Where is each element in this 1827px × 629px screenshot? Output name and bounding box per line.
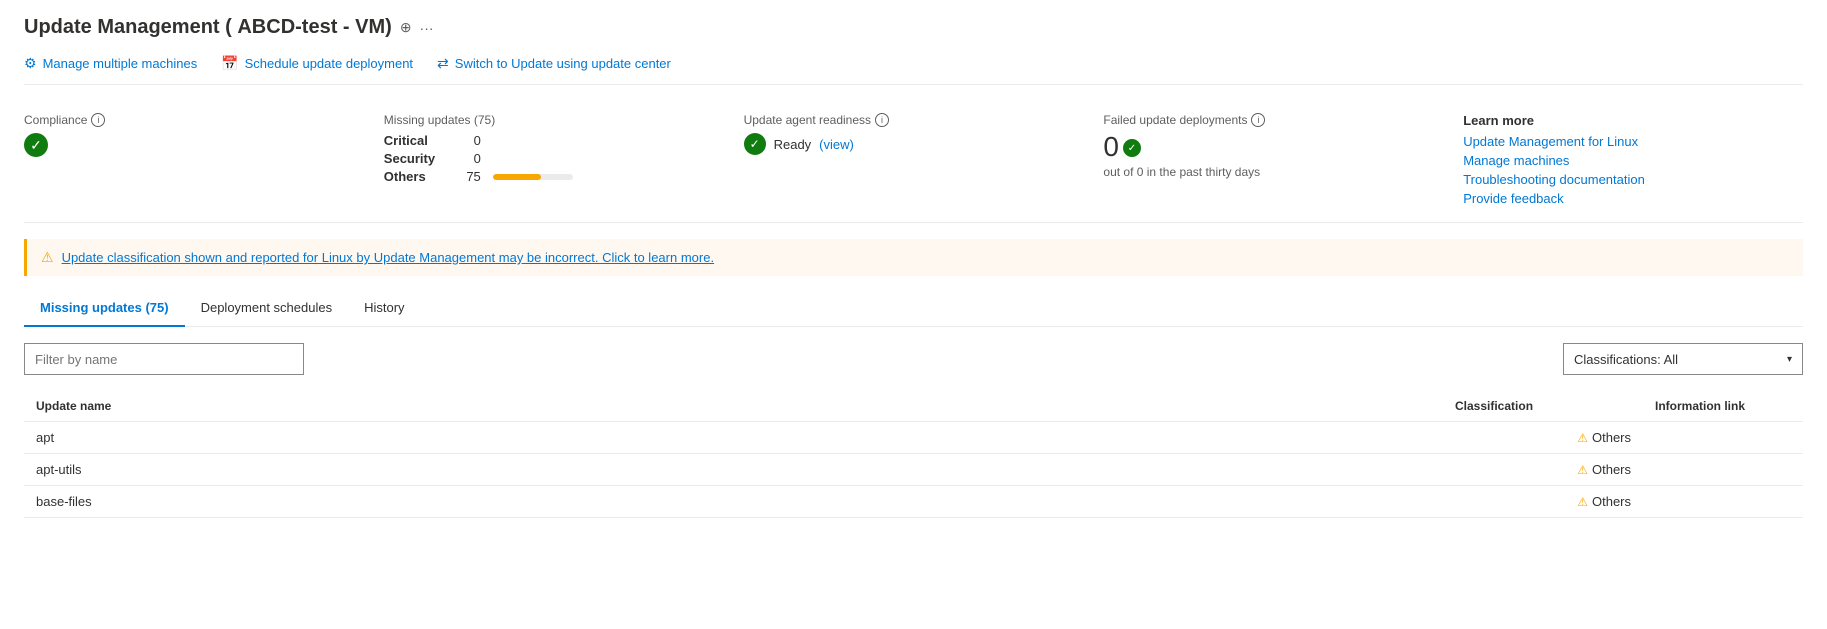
readiness-check-icon: ✓ <box>744 133 766 155</box>
tab-history[interactable]: History <box>348 292 420 327</box>
security-label: Security <box>384 151 449 166</box>
cell-classification-base-files: ⚠ Others <box>1443 486 1643 518</box>
missing-row-security: Security 0 <box>384 151 704 166</box>
failed-number: 0 <box>1103 133 1119 161</box>
agent-readiness-label: Update agent readiness i <box>744 113 1064 127</box>
cell-classification-apt: ⚠ Others <box>1443 422 1643 454</box>
missing-updates-section: Missing updates (75) Critical 0 Security… <box>364 113 724 210</box>
cell-name-base-files: base-files <box>24 486 1443 518</box>
critical-value: 0 <box>461 133 481 148</box>
others-value: 75 <box>461 169 481 184</box>
warning-triangle-icon: ⚠ <box>1577 495 1588 509</box>
missing-updates-table: Critical 0 Security 0 Others 75 <box>384 133 704 184</box>
others-label: Others <box>384 169 449 184</box>
learn-more-link-troubleshooting[interactable]: Troubleshooting documentation <box>1463 172 1783 187</box>
classification-value-apt: Others <box>1592 430 1631 445</box>
cell-classification-apt-utils: ⚠ Others <box>1443 454 1643 486</box>
failed-deployments-section: Failed update deployments i 0 ✓ out of 0… <box>1083 113 1443 210</box>
calendar-icon: 📅 <box>221 55 238 72</box>
warning-banner-link[interactable]: Update classification shown and reported… <box>62 250 715 265</box>
failed-check-icon: ✓ <box>1123 139 1141 157</box>
pin-icon[interactable]: ⊕ <box>400 19 412 36</box>
compliance-section: Compliance i ✓ <box>24 113 364 210</box>
failed-content: 0 ✓ <box>1103 133 1423 161</box>
page-container: Update Management ( ABCD-test - VM) ⊕ ··… <box>0 0 1827 534</box>
page-title: Update Management ( ABCD-test - VM) <box>24 16 392 39</box>
toolbar: ⚙ Manage multiple machines 📅 Schedule up… <box>24 55 1803 85</box>
warning-triangle-icon: ⚠ <box>1577 431 1588 445</box>
cell-name-apt-utils: apt-utils <box>24 454 1443 486</box>
cell-info-apt <box>1643 422 1803 454</box>
schedule-deployment-label: Schedule update deployment <box>245 56 413 71</box>
table-row: apt ⚠ Others <box>24 422 1803 454</box>
readiness-status: Ready <box>774 137 812 152</box>
filter-row: Classifications: All ▾ <box>24 343 1803 375</box>
title-row: Update Management ( ABCD-test - VM) ⊕ ··… <box>24 16 1803 39</box>
compliance-info-icon[interactable]: i <box>91 113 105 127</box>
schedule-deployment-button[interactable]: 📅 Schedule update deployment <box>221 55 413 72</box>
col-header-classification: Classification <box>1443 391 1643 422</box>
col-header-update-name: Update name <box>24 391 1443 422</box>
title-bold: ABCD <box>237 16 295 38</box>
agent-readiness-section: Update agent readiness i ✓ Ready (view) <box>724 113 1084 210</box>
compliance-check-icon: ✓ <box>24 133 48 157</box>
warning-triangle-icon: ⚠ <box>41 249 54 266</box>
cell-name-apt: apt <box>24 422 1443 454</box>
col-header-info-link: Information link <box>1643 391 1803 422</box>
gear-icon: ⚙ <box>24 55 37 72</box>
failed-subtext: out of 0 in the past thirty days <box>1103 165 1423 179</box>
switch-update-center-button[interactable]: ⇄ Switch to Update using update center <box>437 55 671 72</box>
cell-info-base-files <box>1643 486 1803 518</box>
switch-update-center-label: Switch to Update using update center <box>455 56 671 71</box>
warning-banner: ⚠ Update classification shown and report… <box>24 239 1803 276</box>
others-progress-fill <box>493 174 541 180</box>
missing-updates-label: Missing updates (75) <box>384 113 704 127</box>
tabs-row: Missing updates (75) Deployment schedule… <box>24 292 1803 327</box>
table-header-row: Update name Classification Information l… <box>24 391 1803 422</box>
title-prefix: Update Management ( <box>24 16 237 38</box>
table-body: apt ⚠ Others apt-utils ⚠ Others <box>24 422 1803 518</box>
missing-row-others: Others 75 <box>384 169 704 184</box>
classification-value-base-files: Others <box>1592 494 1631 509</box>
updates-table: Update name Classification Information l… <box>24 391 1803 518</box>
learn-more-title: Learn more <box>1463 113 1783 128</box>
critical-label: Critical <box>384 133 449 148</box>
stats-row: Compliance i ✓ Missing updates (75) Crit… <box>24 101 1803 223</box>
failed-deployments-label: Failed update deployments i <box>1103 113 1423 127</box>
security-value: 0 <box>461 151 481 166</box>
switch-icon: ⇄ <box>437 55 449 72</box>
warning-triangle-icon: ⚠ <box>1577 463 1588 477</box>
table-row: base-files ⚠ Others <box>24 486 1803 518</box>
classifications-dropdown[interactable]: Classifications: All ▾ <box>1563 343 1803 375</box>
classification-value-apt-utils: Others <box>1592 462 1631 477</box>
missing-row-critical: Critical 0 <box>384 133 704 148</box>
learn-more-link-linux[interactable]: Update Management for Linux <box>1463 134 1783 149</box>
learn-more-link-machines[interactable]: Manage machines <box>1463 153 1783 168</box>
filter-by-name-input[interactable] <box>24 343 304 375</box>
manage-machines-button[interactable]: ⚙ Manage multiple machines <box>24 55 197 72</box>
tab-missing-updates[interactable]: Missing updates (75) <box>24 292 185 327</box>
manage-machines-label: Manage multiple machines <box>43 56 198 71</box>
classifications-label: Classifications: All <box>1574 352 1678 367</box>
compliance-label: Compliance i <box>24 113 344 127</box>
agent-readiness-info-icon[interactable]: i <box>875 113 889 127</box>
others-progress-bar <box>493 174 573 180</box>
failed-deployments-info-icon[interactable]: i <box>1251 113 1265 127</box>
readiness-view-link[interactable]: (view) <box>819 137 854 152</box>
tab-deployment-schedules[interactable]: Deployment schedules <box>185 292 349 327</box>
title-suffix: -test - VM) <box>295 16 392 38</box>
more-options-icon[interactable]: ··· <box>420 20 434 36</box>
learn-more-link-feedback[interactable]: Provide feedback <box>1463 191 1783 206</box>
table-row: apt-utils ⚠ Others <box>24 454 1803 486</box>
chevron-down-icon: ▾ <box>1787 354 1792 365</box>
readiness-content: ✓ Ready (view) <box>744 133 1064 155</box>
learn-more-section: Learn more Update Management for Linux M… <box>1443 113 1803 210</box>
cell-info-apt-utils <box>1643 454 1803 486</box>
